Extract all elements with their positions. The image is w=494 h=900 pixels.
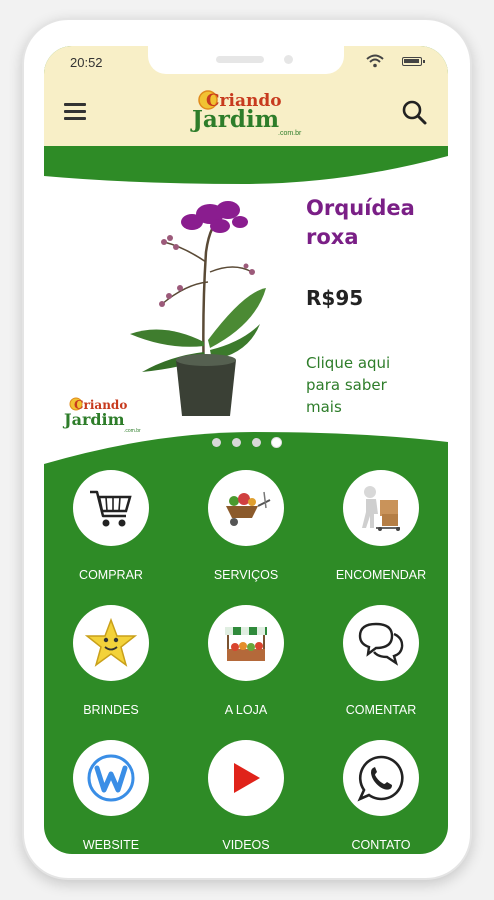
front-camera — [284, 55, 293, 64]
menu-icon-circle — [73, 605, 149, 681]
menu-icon-circle — [343, 605, 419, 681]
menu-icon-circle — [73, 740, 149, 816]
carousel-dot-active[interactable] — [272, 438, 281, 447]
menu-item-label: COMPRAR — [79, 568, 143, 582]
banner-logo: Criando Jardim .com.br — [62, 397, 141, 434]
criando-jardim-logo: Criando Jardim .com.br — [190, 90, 302, 137]
menu-item-contato[interactable]: CONTATO — [314, 740, 448, 854]
banner-logo-jardim: Jardim — [62, 410, 125, 429]
menu-item-encomendar[interactable]: ENCOMENDAR — [314, 470, 448, 604]
logo-text-jardim: Jardim — [190, 106, 279, 133]
menu-grid: COMPRAR SERVIÇOS ENCOMENDAR BRINDES A LO… — [44, 470, 448, 854]
menu-item-website[interactable]: WEBSITE — [44, 740, 178, 854]
menu-item-label: ENCOMENDAR — [335, 568, 427, 582]
hamburger-menu-button[interactable] — [64, 100, 92, 126]
market-stall-icon — [225, 627, 267, 661]
battery-icon — [402, 57, 425, 66]
menu-item-label: COMENTAR — [345, 703, 417, 717]
garden-wheelbarrow-icon — [226, 491, 271, 526]
menu-item-label: BRINDES — [83, 703, 139, 717]
menu-item-comentar[interactable]: COMENTAR — [314, 605, 448, 739]
menu-item-label: SERVIÇOS — [213, 568, 279, 582]
menu-icon-circle — [343, 470, 419, 546]
menu-item-label: WEBSITE — [82, 838, 140, 852]
menu-icon-circle — [343, 740, 419, 816]
menu-item-a-loja[interactable]: A LOJA — [179, 605, 313, 739]
menu-item-brindes[interactable]: BRINDES — [44, 605, 178, 739]
menu-item-comprar[interactable]: COMPRAR — [44, 470, 178, 604]
carousel-dot[interactable] — [212, 438, 221, 447]
chat-bubbles-icon — [358, 622, 404, 666]
menu-item-servicos[interactable]: SERVIÇOS — [179, 470, 313, 604]
carousel-dot[interactable] — [252, 438, 261, 447]
menu-icon-circle — [208, 605, 284, 681]
play-icon — [234, 763, 260, 793]
shopping-cart-icon — [90, 490, 132, 527]
speaker-grille — [216, 56, 264, 63]
banner-logo-domain: .com.br — [124, 428, 141, 434]
orchid-plant-image — [130, 201, 266, 416]
search-icon[interactable] — [400, 98, 430, 128]
menu-item-label: A LOJA — [224, 703, 268, 717]
menu-item-videos[interactable]: VIDEOS — [179, 740, 313, 854]
menu-icon-circle — [73, 470, 149, 546]
menu-icon-circle — [208, 470, 284, 546]
delivery-person-icon — [362, 486, 400, 531]
product-carousel[interactable]: Criando Jardim .com.br Orquídea roxa R$9… — [44, 146, 448, 470]
product-name: Orquídea roxa — [306, 196, 415, 249]
product-price: R$95 — [306, 286, 364, 310]
carousel-dot[interactable] — [232, 438, 241, 447]
whatsapp-icon — [357, 755, 404, 802]
logo-text-domain: .com.br — [278, 130, 302, 137]
hamburger-menu-icon — [64, 103, 86, 106]
menu-item-label: VIDEOS — [222, 838, 270, 852]
app-bar: Criando Jardim .com.br — [44, 82, 448, 146]
wifi-icon — [366, 54, 384, 68]
carousel-indicators — [212, 438, 292, 450]
star-character-icon — [85, 618, 137, 667]
menu-item-label: CONTATO — [351, 838, 411, 852]
menu-icon-circle — [208, 740, 284, 816]
app-screen: 20:52 Criando Jardim .com.br Criando Jar… — [44, 46, 448, 854]
status-time: 20:52 — [70, 55, 103, 70]
phone-notch — [148, 46, 344, 74]
weebly-w-icon — [87, 754, 135, 802]
product-details-link[interactable]: Clique aqui para saber mais — [306, 352, 426, 418]
